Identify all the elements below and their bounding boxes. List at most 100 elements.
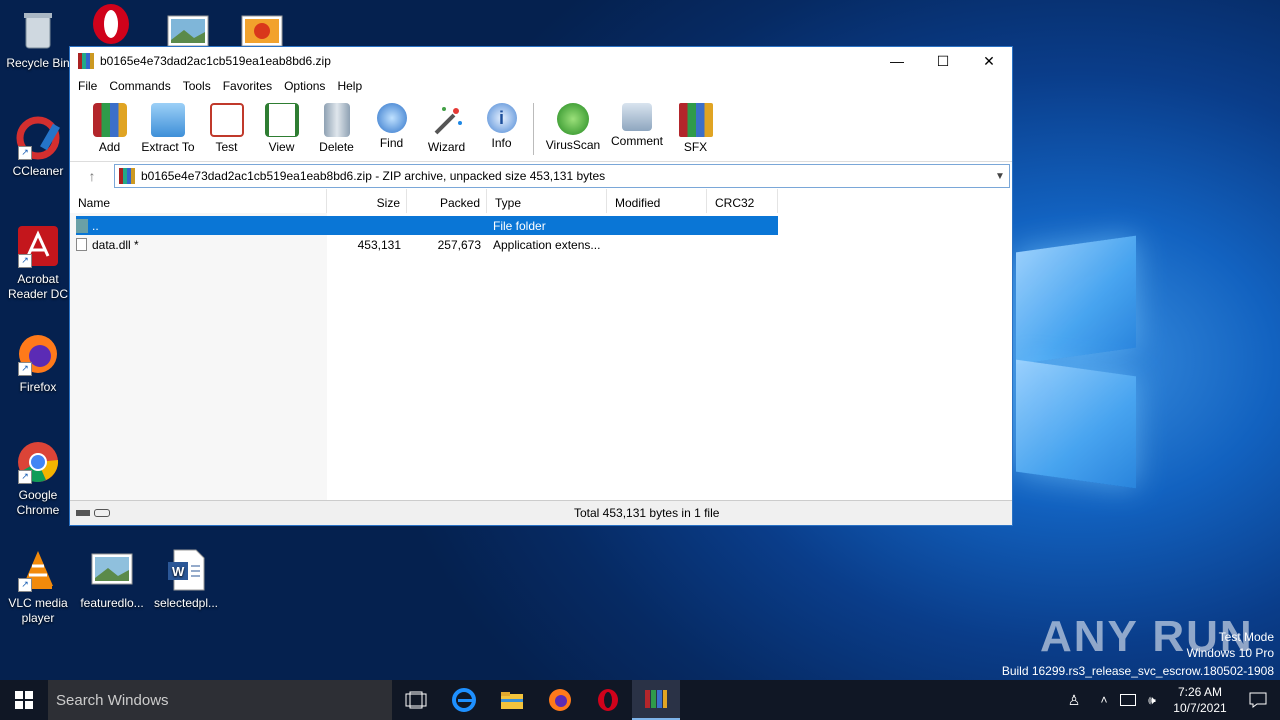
column-size[interactable]: Size	[327, 189, 407, 213]
taskbar-opera[interactable]	[584, 680, 632, 720]
desktop-icon-opera[interactable]	[73, 2, 149, 50]
taskbar: Search Windows ♙ ˄ 🕪 7:26 AM 10/7/2021	[0, 680, 1280, 720]
system-tray: ♙ ˄ 🕪 7:26 AM 10/7/2021	[1056, 680, 1280, 720]
table-row[interactable]: data.dll * 453,131 257,673 Application e…	[76, 235, 778, 254]
key-icon[interactable]	[94, 509, 110, 517]
extract-to-button[interactable]: Extract To	[137, 97, 199, 154]
minimize-icon: —	[890, 53, 904, 69]
taskbar-firefox[interactable]	[536, 680, 584, 720]
menu-commands[interactable]: Commands	[103, 79, 176, 93]
find-button[interactable]: Find	[364, 97, 419, 150]
maximize-button[interactable]: ☐	[920, 47, 966, 75]
info-button[interactable]: i Info	[474, 97, 529, 150]
wizard-icon	[430, 103, 464, 137]
drive-icon[interactable]	[76, 510, 90, 516]
clock-time: 7:26 AM	[1177, 685, 1223, 699]
desktop-icon-featuredlo[interactable]: featuredlo...	[74, 548, 150, 611]
wallpaper-logo-pane	[1016, 235, 1136, 365]
desktop-icon-firefox[interactable]: ↗ Firefox	[0, 332, 76, 395]
row-size: 453,131	[357, 237, 401, 252]
name-column-background	[70, 213, 327, 501]
column-packed[interactable]: Packed	[407, 189, 487, 213]
firefox-icon: ↗	[16, 332, 60, 376]
taskbar-file-explorer[interactable]	[488, 680, 536, 720]
vlc-icon: ↗	[16, 548, 60, 592]
sfx-button[interactable]: SFX	[668, 97, 723, 154]
view-icon	[264, 103, 299, 137]
volume-button[interactable]: 🕪	[1140, 680, 1164, 720]
chevron-up-icon: ˄	[1100, 693, 1108, 707]
task-view-button[interactable]	[392, 680, 440, 720]
row-name: ..	[76, 218, 327, 233]
desktop-icon-chrome[interactable]: ↗ Google Chrome	[0, 440, 76, 518]
test-button[interactable]: Test	[199, 97, 254, 154]
taskbar-winrar[interactable]	[632, 680, 680, 720]
shortcut-arrow-icon: ↗	[18, 254, 32, 268]
network-icon	[1120, 694, 1136, 706]
title-bar[interactable]: b0165e4e73dad2ac1cb519ea1eab8bd6.zip — ☐…	[70, 47, 1012, 75]
desktop-icon-vlc[interactable]: ↗ VLC media player	[0, 548, 76, 626]
column-type[interactable]: Type	[487, 189, 607, 213]
search-placeholder: Search Windows	[56, 691, 169, 709]
wizard-button[interactable]: Wizard	[419, 97, 474, 154]
column-crc32[interactable]: CRC32	[707, 189, 778, 213]
action-center-button[interactable]	[1236, 680, 1280, 720]
network-button[interactable]	[1116, 680, 1140, 720]
minimize-button[interactable]: —	[874, 47, 920, 75]
menu-options[interactable]: Options	[278, 79, 331, 93]
edge-icon	[452, 688, 476, 712]
menu-help[interactable]: Help	[331, 79, 368, 93]
row-type: Application extens...	[493, 237, 601, 252]
add-icon	[92, 103, 127, 137]
word-document-icon: W	[164, 548, 208, 592]
start-button[interactable]	[0, 680, 48, 720]
folder-icon	[501, 692, 523, 709]
column-modified[interactable]: Modified	[607, 189, 707, 213]
desktop-icon-ccleaner[interactable]: ↗ CCleaner	[0, 116, 76, 179]
comment-button[interactable]: Comment	[606, 97, 668, 148]
close-button[interactable]: ✕	[966, 47, 1012, 75]
clock[interactable]: 7:26 AM 10/7/2021	[1164, 684, 1236, 716]
dll-file-icon	[76, 238, 87, 251]
file-list: Name Size Packed Type Modified CRC32 .. …	[70, 189, 1012, 501]
add-button[interactable]: Add	[82, 97, 137, 154]
close-icon: ✕	[983, 52, 995, 69]
extract-icon	[151, 103, 185, 137]
menu-file[interactable]: File	[72, 79, 103, 93]
chevron-down-icon[interactable]: ▼	[991, 171, 1009, 182]
row-type: File folder	[493, 218, 546, 233]
taskbar-edge[interactable]	[440, 680, 488, 720]
show-hidden-icons-button[interactable]: ˄	[1092, 680, 1116, 720]
virusscan-button[interactable]: VirusScan	[540, 97, 606, 152]
windows-edition-label: Windows 10 Pro	[1186, 646, 1274, 660]
shortcut-arrow-icon: ↗	[18, 362, 32, 376]
delete-button[interactable]: Delete	[309, 97, 364, 154]
comment-icon	[622, 103, 652, 131]
table-row[interactable]: .. File folder	[76, 216, 778, 235]
search-box[interactable]: Search Windows	[48, 680, 392, 720]
winrar-app-icon	[78, 53, 94, 69]
column-name[interactable]: Name	[70, 189, 327, 213]
status-bar: Total 453,131 bytes in 1 file	[70, 500, 1012, 525]
shortcut-arrow-icon: ↗	[18, 578, 32, 592]
recycle-bin-icon	[16, 8, 60, 52]
delete-icon	[323, 103, 350, 137]
row-packed: 257,673	[437, 237, 481, 252]
desktop-icon-selectedpl[interactable]: W selectedpl...	[148, 548, 224, 611]
archive-path-text: b0165e4e73dad2ac1cb519ea1eab8bd6.zip - Z…	[141, 169, 606, 183]
window-title: b0165e4e73dad2ac1cb519ea1eab8bd6.zip	[100, 54, 331, 68]
desktop-icon-acrobat[interactable]: ↗ Acrobat Reader DC	[0, 224, 76, 302]
shortcut-arrow-icon: ↗	[18, 470, 32, 484]
menu-tools[interactable]: Tools	[177, 79, 217, 93]
view-button[interactable]: View	[254, 97, 309, 154]
menu-favorites[interactable]: Favorites	[217, 79, 278, 93]
clock-date: 10/7/2021	[1173, 701, 1227, 715]
opera-icon	[89, 2, 133, 46]
winrar-window: b0165e4e73dad2ac1cb519ea1eab8bd6.zip — ☐…	[69, 46, 1013, 526]
row-name: data.dll *	[76, 238, 327, 252]
up-arrow-icon[interactable]: ↑	[70, 168, 114, 184]
people-button[interactable]: ♙	[1056, 680, 1092, 720]
desktop-icon-recycle-bin[interactable]: Recycle Bin	[0, 8, 76, 71]
firefox-icon	[549, 689, 571, 711]
archive-path-field[interactable]: b0165e4e73dad2ac1cb519ea1eab8bd6.zip - Z…	[114, 164, 1010, 188]
